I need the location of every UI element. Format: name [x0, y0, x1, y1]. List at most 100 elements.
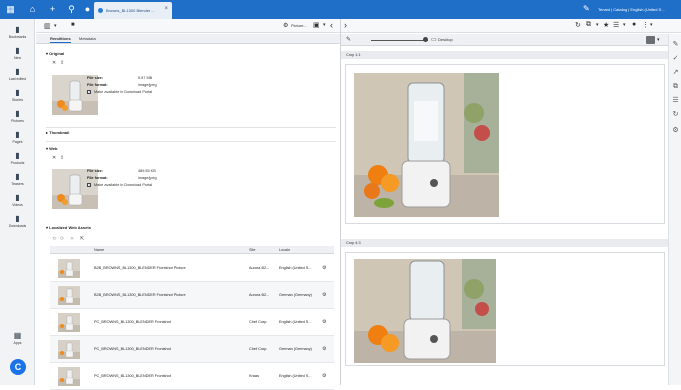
- upload-icon[interactable]: ⇪: [60, 60, 64, 66]
- download-portal-checkbox[interactable]: [87, 182, 91, 187]
- user-icon[interactable]: ✎: [583, 4, 593, 14]
- crop-2-panel: [345, 252, 665, 366]
- more-icon[interactable]: ⋮: [642, 21, 649, 29]
- settings-icon[interactable]: ⚙: [671, 126, 680, 135]
- crop-1-image[interactable]: [354, 73, 499, 217]
- zoom-slider-track[interactable]: [371, 39, 428, 41]
- tab-metadata[interactable]: Metadata: [79, 36, 96, 41]
- delete-icon[interactable]: ✕: [52, 60, 56, 66]
- open-in-tab-icon[interactable]: ⇱: [80, 236, 84, 242]
- copy-icon[interactable]: ⧉: [671, 82, 680, 91]
- table-row[interactable]: B2B_BROWNS_BL1300_BLENDER Frontshot Pict…: [50, 282, 334, 309]
- picture-type-icon: ⚙: [283, 23, 289, 29]
- sidebar-item-downloads[interactable]: ▮ Downloads: [0, 212, 35, 236]
- crop-1-header[interactable]: Crop 1:1: [341, 51, 668, 59]
- zoom-slider-handle[interactable]: [423, 37, 428, 42]
- web-thumbnail[interactable]: [52, 169, 98, 209]
- thumbnail-title: Thumbnail: [49, 130, 70, 135]
- original-section-header[interactable]: ▾ Original: [46, 51, 336, 60]
- list-icon[interactable]: ☰: [613, 21, 619, 29]
- refresh-icon[interactable]: ↻: [575, 21, 581, 29]
- settings-icon[interactable]: ⚙: [322, 373, 326, 379]
- thumbnail-section-header[interactable]: ▸ Thumbnail: [46, 130, 336, 139]
- open-external-icon[interactable]: ⧉: [586, 21, 591, 29]
- apps-button[interactable]: ▦ Apps: [0, 331, 35, 351]
- last-edited-icon: ▮: [15, 67, 20, 76]
- expand-right-icon[interactable]: ›: [344, 20, 347, 30]
- file-format-value: image/jpeg: [138, 83, 157, 87]
- chevron-down-icon[interactable]: ▾: [657, 37, 660, 43]
- star-icon[interactable]: ★: [603, 21, 609, 29]
- download-portal-label: Make available in Download Portal: [94, 183, 153, 187]
- chevron-down-icon[interactable]: ▾: [623, 22, 626, 28]
- device-label[interactable]: Desktop: [438, 37, 453, 42]
- settings-icon[interactable]: ⚙: [322, 346, 326, 352]
- row-thumbnail: [58, 367, 80, 386]
- table-row[interactable]: PC_BROWNS_BL1300_BLENDER Frontshot Chef C…: [50, 336, 334, 363]
- chevron-down-icon[interactable]: ▾: [54, 23, 57, 29]
- asset-site: Aurora B2...: [249, 293, 270, 297]
- column-locale[interactable]: Locale: [279, 248, 290, 252]
- settings-icon[interactable]: ⚙: [322, 265, 326, 271]
- download-portal-checkbox[interactable]: [87, 89, 91, 94]
- row-thumbnail: [58, 259, 80, 278]
- picture-type-label[interactable]: Picture...: [291, 23, 307, 28]
- remove-icon[interactable]: ✕: [70, 236, 74, 242]
- picture-tab-icon: [98, 8, 103, 13]
- tab-renditions[interactable]: Renditions: [50, 36, 71, 43]
- chevron-down-icon[interactable]: ▾: [323, 22, 326, 28]
- link-icon[interactable]: ⟲: [52, 236, 56, 242]
- crop-2-image[interactable]: [354, 259, 496, 363]
- original-thumbnail[interactable]: [52, 75, 98, 115]
- pencil-icon[interactable]: ✎: [671, 40, 680, 49]
- tenant-context[interactable]: Tenant | Catalog | English (United S...: [598, 7, 665, 12]
- sidebar-item-label: New: [13, 56, 21, 60]
- column-name[interactable]: Name: [94, 248, 104, 252]
- grid-menu-icon[interactable]: ▦: [5, 4, 16, 15]
- chat-icon[interactable]: ●: [82, 4, 93, 15]
- localized-title: Localized Web Assets: [49, 225, 91, 230]
- pin-icon[interactable]: ■: [71, 22, 75, 28]
- settings-icon[interactable]: ⚙: [322, 319, 326, 325]
- message-icon[interactable]: ▣: [313, 21, 320, 29]
- settings-icon[interactable]: ⚙: [322, 292, 326, 298]
- check-icon[interactable]: ✓: [671, 54, 680, 63]
- crop-2-header[interactable]: Crop 4:3: [341, 239, 668, 247]
- web-section-header[interactable]: ▾ Web: [46, 146, 336, 155]
- table-row[interactable]: PC_BROWNS_BL1300_BLENDER Frontshot Chef C…: [50, 309, 334, 336]
- asset-name: B2B_BROWNS_BL1300_BLENDER Frontshot Pict…: [94, 266, 186, 270]
- app-logo[interactable]: C: [10, 359, 26, 375]
- table-row[interactable]: PC_BROWNS_BL1300_BLENDER Frontshot Kraas E…: [50, 363, 334, 390]
- chevron-down-icon[interactable]: ▾: [650, 22, 653, 28]
- delete-icon[interactable]: ✕: [52, 155, 56, 161]
- add-icon[interactable]: +: [47, 4, 58, 15]
- panel-divider[interactable]: [340, 19, 341, 385]
- row-thumbnail: [58, 313, 80, 332]
- layout-icon[interactable]: ▥: [44, 22, 51, 30]
- search-icon[interactable]: ⚲: [66, 4, 77, 15]
- asset-site: Kraas: [249, 374, 259, 378]
- upload-icon[interactable]: ⇪: [60, 155, 64, 161]
- localized-section-header[interactable]: ▾ Localized Web Assets: [46, 225, 336, 234]
- file-size-value: 489.55 KB: [138, 169, 156, 173]
- edit-icon[interactable]: ✎: [346, 36, 351, 43]
- chevron-down-icon[interactable]: ▾: [596, 22, 599, 28]
- home-icon[interactable]: ⌂: [27, 4, 38, 15]
- collapse-left-icon[interactable]: ‹: [330, 20, 333, 30]
- unlink-icon[interactable]: ⟳: [60, 236, 64, 242]
- asset-site: Chef Corp.: [249, 347, 268, 351]
- table-row[interactable]: B2B_BROWNS_BL1300_BLENDER Frontshot Pict…: [50, 255, 334, 282]
- crop-1-label: Crop 1:1: [346, 53, 361, 57]
- arrow-icon[interactable]: ↗: [671, 68, 680, 77]
- asset-locale: German (Germany): [279, 293, 312, 297]
- refresh-icon[interactable]: ↻: [671, 110, 680, 119]
- view-mode-icon[interactable]: [646, 36, 655, 44]
- column-site[interactable]: Site: [249, 248, 256, 252]
- close-tab-icon[interactable]: ×: [164, 6, 168, 12]
- active-document-tab[interactable]: Browns_BL1300 Blender ... ×: [94, 2, 172, 19]
- list-icon[interactable]: ☰: [671, 96, 680, 105]
- row-thumbnail: [58, 340, 80, 359]
- globe-icon[interactable]: ●: [632, 21, 636, 28]
- web-title: Web: [49, 146, 58, 151]
- sidebar-item-label: Videos: [12, 203, 23, 207]
